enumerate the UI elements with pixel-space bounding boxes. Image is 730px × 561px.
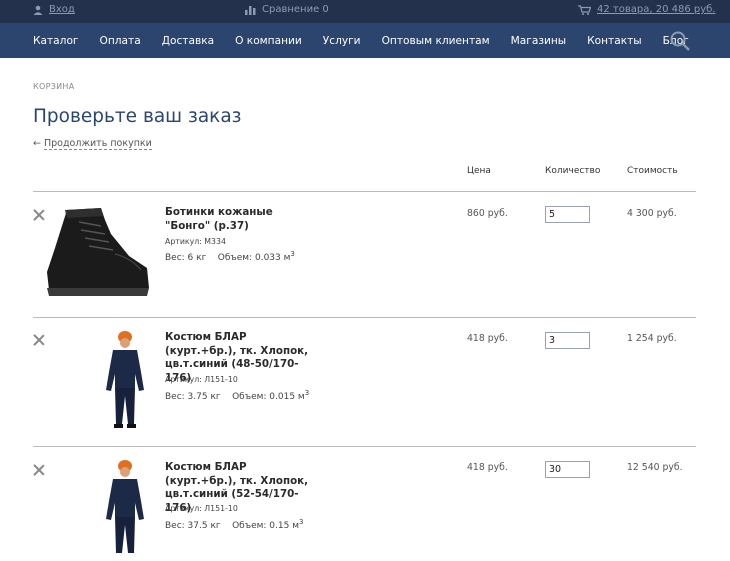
product-cost: 1 254 руб. xyxy=(627,333,677,344)
cart-row: Костюм БЛАР (курт.+бр.), тк. Хлопок, цв.… xyxy=(0,447,730,553)
continue-shopping-label: Продолжить покупки xyxy=(44,138,152,150)
remove-icon[interactable] xyxy=(33,209,45,221)
quantity-input[interactable] xyxy=(545,461,590,478)
continue-shopping-link[interactable]: ← Продолжить покупки xyxy=(33,138,152,150)
volume-label: Объем: 0.015 м xyxy=(232,392,305,402)
header-cost: Стоимость xyxy=(627,166,678,176)
remove-icon[interactable] xyxy=(33,334,45,346)
nav-wholesale[interactable]: Оптовым клиентам xyxy=(382,35,490,47)
product-price: 860 руб. xyxy=(467,208,508,219)
compare-link[interactable]: Сравнение 0 xyxy=(245,4,329,15)
product-cost: 12 540 руб. xyxy=(627,462,683,473)
volume-exponent: 3 xyxy=(304,389,310,397)
header-price: Цена xyxy=(467,166,491,176)
cart-row: Костюм БЛАР (курт.+бр.), тк. Хлопок, цв.… xyxy=(0,318,730,446)
product-image-suit xyxy=(106,460,144,553)
cart-summary: 42 товара, 20 486 руб. xyxy=(597,4,716,15)
volume-exponent: 3 xyxy=(298,518,304,526)
remove-icon[interactable] xyxy=(33,464,45,476)
user-icon xyxy=(33,5,43,15)
arrow-left-icon: ← xyxy=(33,138,41,149)
product-article: Артикул: Л151-10 xyxy=(165,504,238,513)
page-title: Проверьте ваш заказ xyxy=(33,106,242,127)
nav-payment[interactable]: Оплата xyxy=(100,35,141,47)
volume-exponent: 3 xyxy=(290,250,295,258)
nav-services[interactable]: Услуги xyxy=(323,35,361,47)
quantity-input[interactable] xyxy=(545,332,590,349)
weight-label: Вес: 3.75 кг xyxy=(165,392,221,402)
search-icon[interactable] xyxy=(670,31,690,51)
nav-catalog[interactable]: Каталог xyxy=(33,35,79,47)
product-cost: 4 300 руб. xyxy=(627,208,677,219)
product-weight-volume: Вес: 6 кг Объем: 0.033 м3 xyxy=(165,250,295,263)
nav-stores[interactable]: Магазины xyxy=(511,35,567,47)
product-image-suit xyxy=(106,331,144,428)
cart-link[interactable]: 42 товара, 20 486 руб. xyxy=(578,4,715,15)
volume-label: Объем: 0.15 м xyxy=(232,521,299,531)
chart-icon xyxy=(245,5,256,15)
nav-contacts[interactable]: Контакты xyxy=(587,35,642,47)
login-link[interactable]: Вход xyxy=(33,4,75,15)
product-price: 418 руб. xyxy=(467,333,508,344)
nav-delivery[interactable]: Доставка xyxy=(162,35,214,47)
product-name[interactable]: Ботинки кожаные "Бонго" (р.37) xyxy=(165,206,315,233)
cart-icon xyxy=(578,4,591,15)
weight-label: Вес: 6 кг xyxy=(165,253,207,263)
quantity-input[interactable] xyxy=(545,206,590,223)
product-image-boots xyxy=(47,208,149,296)
product-article: Артикул: М334 xyxy=(165,237,226,246)
product-weight-volume: Вес: 3.75 кг Объем: 0.015 м3 xyxy=(165,389,309,402)
nav-about[interactable]: О компании xyxy=(235,35,302,47)
weight-label: Вес: 37.5 кг xyxy=(165,521,221,531)
breadcrumb[interactable]: КОРЗИНА xyxy=(33,82,75,91)
main-nav: Каталог Оплата Доставка О компании Услуг… xyxy=(0,23,730,58)
top-bar: Вход Сравнение 0 42 товара, 20 486 руб. xyxy=(0,0,730,23)
product-article: Артикул: Л151-10 xyxy=(165,375,238,384)
volume-label: Объем: 0.033 м xyxy=(217,253,291,263)
login-label: Вход xyxy=(49,4,75,15)
header-quantity: Количество xyxy=(545,166,601,176)
cart-row: Ботинки кожаные "Бонго" (р.37) Артикул: … xyxy=(0,192,730,317)
compare-label: Сравнение 0 xyxy=(262,4,329,15)
product-weight-volume: Вес: 37.5 кг Объем: 0.15 м3 xyxy=(165,518,303,531)
product-price: 418 руб. xyxy=(467,462,508,473)
